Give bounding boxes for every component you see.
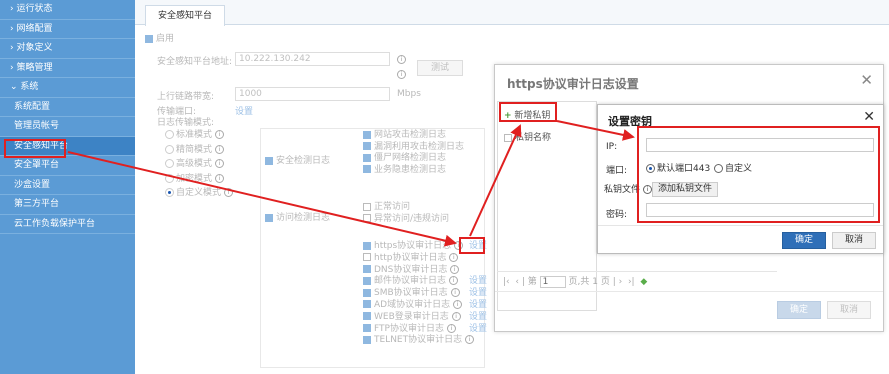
arrow-addkey-to-form — [556, 120, 635, 141]
annotation-arrows — [67, 120, 635, 247]
arrow-sidebar-to-settings — [67, 151, 457, 247]
arrow-settings-to-addkey — [469, 124, 522, 237]
